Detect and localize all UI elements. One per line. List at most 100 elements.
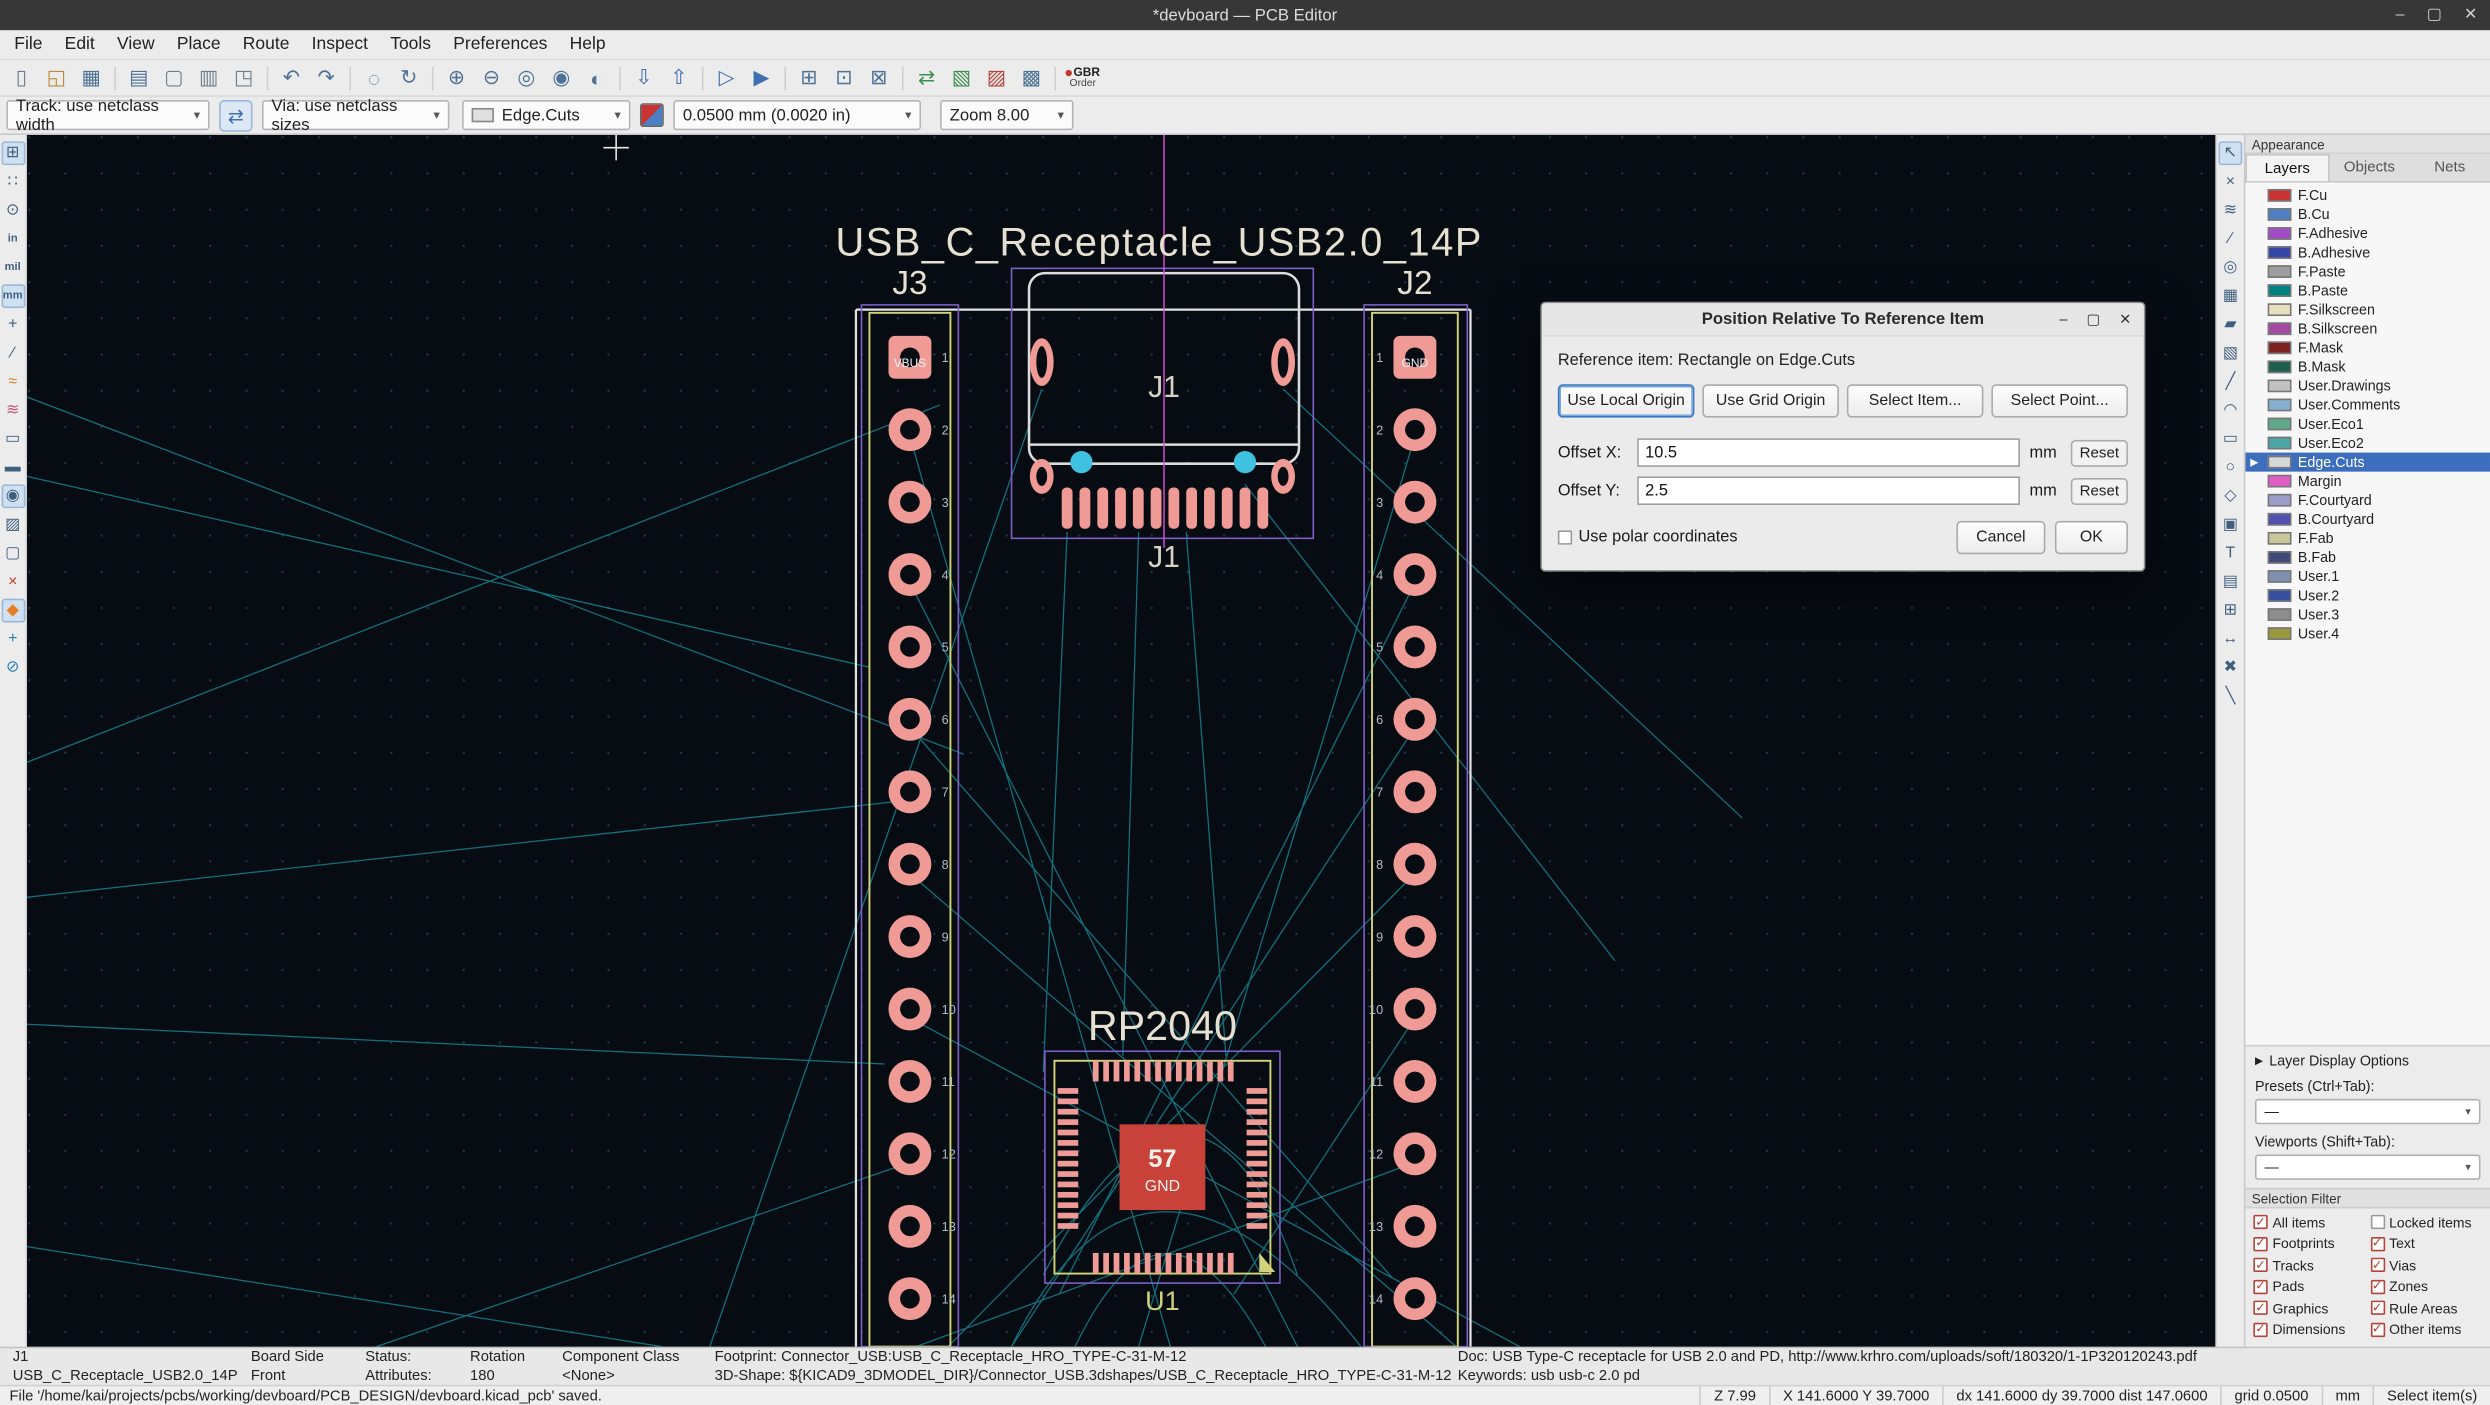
- layer-color-swatch[interactable]: [2268, 227, 2292, 240]
- smd-pad[interactable]: [1134, 1061, 1140, 1082]
- units-mm-icon[interactable]: mm: [1, 284, 25, 308]
- layer-row-f.paste[interactable]: F.Paste: [2245, 262, 2490, 281]
- menu-file[interactable]: File: [3, 35, 53, 54]
- smd-pad[interactable]: [1247, 1171, 1268, 1177]
- layer-color-swatch[interactable]: [2268, 265, 2292, 278]
- select-tool-icon[interactable]: ↖: [2218, 141, 2242, 165]
- layer-row-f.cu[interactable]: F.Cu: [2245, 186, 2490, 205]
- zone-display-outline-icon[interactable]: ▢: [1, 542, 25, 566]
- smd-pad[interactable]: [1058, 1213, 1079, 1219]
- smd-pad[interactable]: [1114, 1061, 1120, 1082]
- usb-pin-pad[interactable]: [1151, 488, 1162, 529]
- usb-pin-pad[interactable]: [1222, 488, 1233, 529]
- text-tool-icon[interactable]: T: [2218, 542, 2242, 566]
- filter-rule-areas[interactable]: ✓Rule Areas: [2370, 1300, 2487, 1316]
- menu-tools[interactable]: Tools: [379, 35, 442, 54]
- smd-pad[interactable]: [1103, 1253, 1109, 1274]
- tab-layers[interactable]: Layers: [2245, 154, 2329, 181]
- usb-pin-pad[interactable]: [1115, 488, 1126, 529]
- menu-preferences[interactable]: Preferences: [442, 35, 558, 54]
- layer-select[interactable]: Edge.Cuts▾: [462, 100, 630, 130]
- smd-pad[interactable]: [1093, 1061, 1099, 1082]
- smd-pad[interactable]: [1186, 1253, 1192, 1274]
- smd-pad[interactable]: [1247, 1088, 1268, 1094]
- offset-y-reset-button[interactable]: Reset: [2071, 477, 2128, 504]
- smd-pad[interactable]: [1103, 1061, 1109, 1082]
- checkbox-icon[interactable]: ✓: [2253, 1258, 2267, 1272]
- zoom-fit-objects-icon[interactable]: ◉: [545, 63, 578, 93]
- cancel-button[interactable]: Cancel: [1956, 521, 2045, 554]
- highlight-net-tool-icon[interactable]: ×: [2218, 170, 2242, 194]
- smd-pad[interactable]: [1155, 1061, 1161, 1082]
- zoom-select[interactable]: Zoom 8.00▾: [940, 100, 1073, 130]
- grid-select[interactable]: 0.0500 mm (0.0020 in)▾: [673, 100, 921, 130]
- smd-pad[interactable]: [1058, 1119, 1079, 1125]
- zoom-out-icon[interactable]: ⊖: [475, 63, 508, 93]
- smd-pad[interactable]: [1247, 1223, 1268, 1229]
- delete-tool-icon[interactable]: ✖: [2218, 656, 2242, 680]
- rule-area-tool-icon[interactable]: ▧: [2218, 341, 2242, 365]
- layer-row-user.3[interactable]: User.3: [2245, 605, 2490, 624]
- update-pcb-from-schematic-icon[interactable]: ⇄: [910, 63, 943, 93]
- smd-pad[interactable]: [1247, 1161, 1268, 1167]
- window-titlebar[interactable]: *devboard — PCB Editor – ▢ ✕: [0, 0, 2490, 30]
- via-outline-display-icon[interactable]: ◉: [1, 484, 25, 508]
- save-board-icon[interactable]: ▦: [75, 63, 108, 93]
- menu-route[interactable]: Route: [232, 35, 301, 54]
- layer-row-user.4[interactable]: User.4: [2245, 624, 2490, 643]
- usb-pin-pad[interactable]: [1240, 488, 1251, 529]
- window-maximize-button[interactable]: ▢: [2427, 6, 2442, 23]
- lock-toggle-icon[interactable]: ⊠: [862, 63, 895, 93]
- offset-y-input[interactable]: [1637, 476, 2020, 505]
- layer-display-options[interactable]: ▶ Layer Display Options: [2255, 1052, 2480, 1068]
- presets-select[interactable]: —▾: [2255, 1098, 2480, 1123]
- filter-all-items[interactable]: ✓All items: [2253, 1214, 2370, 1230]
- layer-row-b.courtyard[interactable]: B.Courtyard: [2245, 510, 2490, 529]
- checkbox-icon[interactable]: ✓: [2370, 1301, 2384, 1315]
- smd-pad[interactable]: [1058, 1109, 1079, 1115]
- smd-pad[interactable]: [1058, 1182, 1079, 1188]
- smd-pad[interactable]: [1145, 1253, 1151, 1274]
- smd-pad[interactable]: [1114, 1253, 1120, 1274]
- menu-view[interactable]: View: [106, 35, 166, 54]
- draw-line-tool-icon[interactable]: ╱: [2218, 370, 2242, 394]
- reference-image-tool-icon[interactable]: ▣: [2218, 513, 2242, 537]
- layer-color-swatch[interactable]: [2268, 246, 2292, 259]
- layer-row-f.mask[interactable]: F.Mask: [2245, 338, 2490, 357]
- checkbox-icon[interactable]: ✓: [2253, 1301, 2267, 1315]
- refresh-icon[interactable]: ↻: [392, 63, 425, 93]
- checkbox-icon[interactable]: ✓: [2253, 1236, 2267, 1250]
- layer-color-swatch[interactable]: [2268, 303, 2292, 316]
- layer-color-swatch[interactable]: [2268, 551, 2292, 564]
- checkbox-icon[interactable]: ✓: [2370, 1322, 2384, 1336]
- layer-row-f.silkscreen[interactable]: F.Silkscreen: [2245, 300, 2490, 319]
- checkbox-icon[interactable]: ✓: [2253, 1322, 2267, 1336]
- new-board-icon[interactable]: ▯: [5, 63, 38, 93]
- open-board-icon[interactable]: ◱: [40, 63, 73, 93]
- smd-pad[interactable]: [1197, 1253, 1203, 1274]
- smd-pad[interactable]: [1176, 1253, 1182, 1274]
- dialog-minimize-button[interactable]: –: [2060, 310, 2068, 327]
- footprint-editor-icon[interactable]: ▧: [945, 63, 978, 93]
- window-close-button[interactable]: ✕: [2464, 6, 2477, 23]
- draw-arc-tool-icon[interactable]: ◠: [2218, 399, 2242, 423]
- smd-pad[interactable]: [1247, 1109, 1268, 1115]
- board-setup-icon[interactable]: ▤: [122, 63, 155, 93]
- layer-row-margin[interactable]: Margin: [2245, 472, 2490, 491]
- smd-pad[interactable]: [1134, 1253, 1140, 1274]
- rp2040-label-text[interactable]: RP2040: [1088, 1003, 1237, 1049]
- layer-color-swatch[interactable]: [2268, 608, 2292, 621]
- smd-pad[interactable]: [1247, 1140, 1268, 1146]
- layer-color-swatch[interactable]: [2268, 589, 2292, 602]
- inactive-layer-dim-icon[interactable]: ⊘: [1, 656, 25, 680]
- local-ratsnest-tool-icon[interactable]: ≋: [2218, 199, 2242, 223]
- layer-color-swatch[interactable]: [2268, 322, 2292, 335]
- cursor-shape-icon[interactable]: +: [1, 313, 25, 337]
- usb-pin-pad[interactable]: [1168, 488, 1179, 529]
- layer-row-user.comments[interactable]: User.Comments: [2245, 395, 2490, 414]
- layer-row-f.fab[interactable]: F.Fab: [2245, 529, 2490, 548]
- smd-pad[interactable]: [1124, 1061, 1130, 1082]
- smd-pad[interactable]: [1058, 1202, 1079, 1208]
- units-mils-icon[interactable]: mil: [1, 256, 25, 280]
- print-icon[interactable]: ▥: [192, 63, 225, 93]
